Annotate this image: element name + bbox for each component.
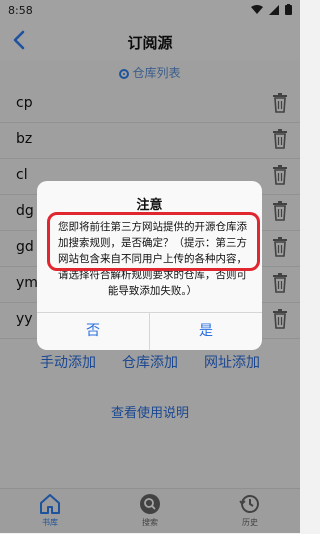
highlight-box xyxy=(47,212,260,271)
confirm-button[interactable]: 是 xyxy=(150,313,262,350)
dialog-title: 注意 xyxy=(136,198,163,213)
cancel-button[interactable]: 否 xyxy=(37,313,149,350)
screen: 8:58 订阅源 仓库列表 cp bz cl dg gd ym yy 手动添加 … xyxy=(0,0,300,534)
